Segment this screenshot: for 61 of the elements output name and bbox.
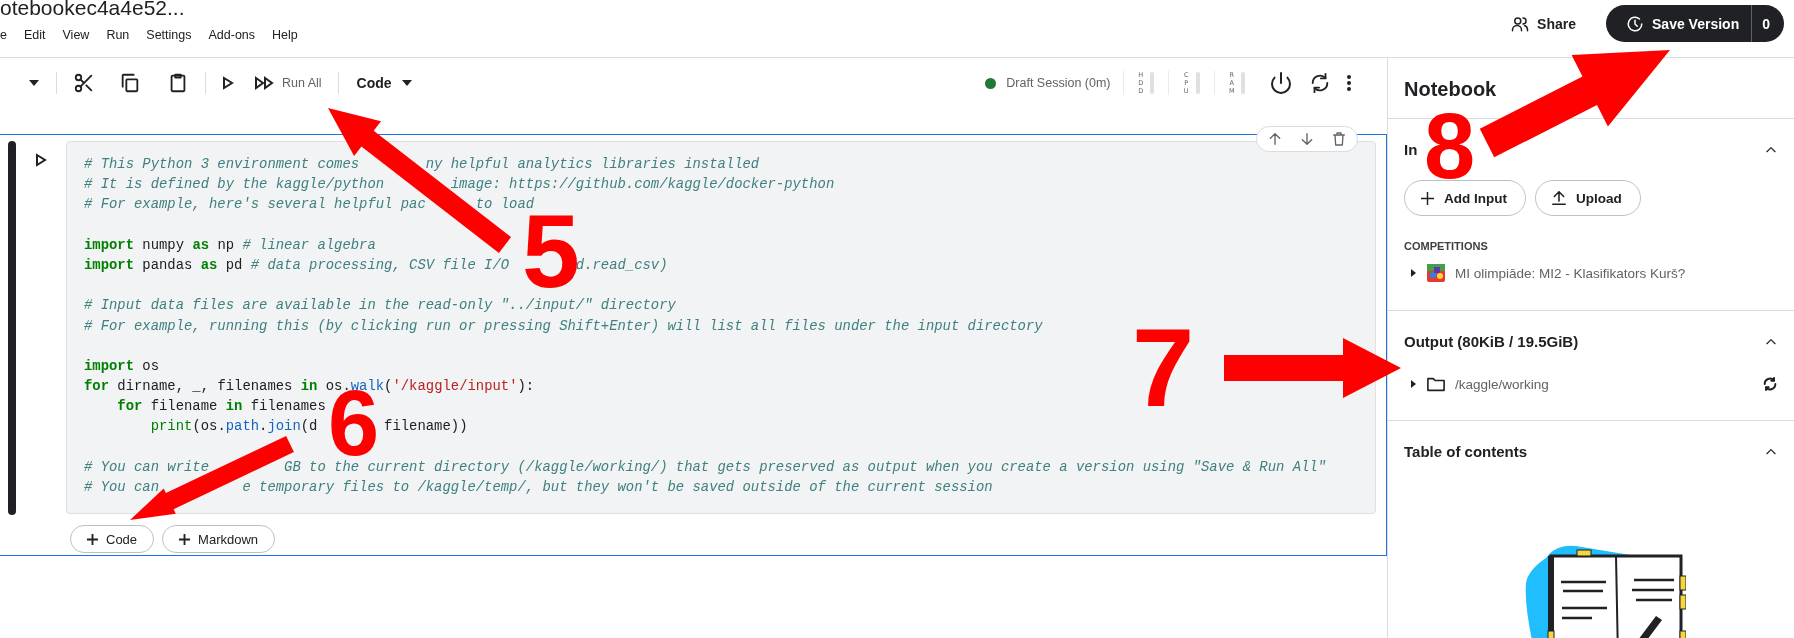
section-title[interactable]: In: [1404, 141, 1418, 158]
refresh-icon[interactable]: [1762, 376, 1778, 392]
play-icon[interactable]: [35, 153, 47, 167]
refresh-icon: [1309, 72, 1331, 94]
competition-thumbnail-icon: [1427, 264, 1445, 282]
section-title[interactable]: Table of contents: [1404, 443, 1528, 460]
version-count: 0: [1761, 15, 1771, 32]
tree-item[interactable]: MI olimpiāde: MI2 - Klasifikators Kurš?: [1455, 265, 1686, 281]
upload-button[interactable]: Upload: [1535, 180, 1641, 216]
save-version-button[interactable]: Save Version 0: [1606, 5, 1784, 42]
section-title[interactable]: Output (80KiB / 19.5GiB): [1404, 333, 1579, 350]
add-input-button[interactable]: Add Input: [1404, 180, 1526, 216]
caret-icon: [401, 80, 412, 86]
plus-icon: [1421, 191, 1434, 205]
run-all-button[interactable]: Run All: [248, 72, 328, 94]
menu-item[interactable]: Add-ons: [208, 28, 256, 42]
expand-triangle-icon[interactable]: [1410, 380, 1417, 388]
scissors-icon: [73, 72, 95, 94]
code-line: import numpy as np # linear algebra: [84, 235, 377, 255]
cell-type-dropdown[interactable]: Code: [348, 71, 420, 95]
tree-item[interactable]: /kaggle/working: [1455, 376, 1549, 392]
add-cell-button[interactable]: Code: [70, 525, 155, 553]
expand-triangle-icon[interactable]: [1410, 269, 1417, 277]
code-line: # It is defined by the kaggle/python image: https://github.com/kaggle/docker-python: [84, 175, 836, 195]
copy-icon: [119, 72, 141, 94]
trash-icon[interactable]: [1331, 131, 1347, 147]
menu-item[interactable]: Help: [272, 28, 298, 42]
menu-item[interactable]: View: [62, 28, 90, 42]
code-line: for filename in filenames: [116, 397, 327, 417]
history-icon: [1626, 14, 1645, 33]
group-heading: COMPETITIONS: [1404, 240, 1489, 252]
share-button[interactable]: Share: [1505, 8, 1583, 39]
menu-item[interactable]: e: [0, 28, 7, 42]
code-editor[interactable]: [66, 141, 1376, 514]
menu-item[interactable]: Settings: [146, 28, 192, 42]
fast-forward-icon: [254, 76, 274, 90]
play-icon: [222, 76, 234, 90]
code-line: # You can write GB to the current directory (/kaggle/working/) that gets preserved as output when you create a version using "Save & Run All": [84, 457, 1328, 477]
code-line: # This Python 3 environment comes ny helpful analytics libraries installed: [84, 155, 761, 174]
upload-icon: [1552, 191, 1566, 205]
code-line: # Input data files are available in the read-only "../input/" directory: [84, 296, 677, 316]
annotation-number: 7: [1132, 327, 1195, 409]
arrow-up-icon[interactable]: [1267, 131, 1283, 147]
more-icon: [1347, 75, 1351, 91]
code-line: # You can e temporary files to /kaggle/temp/, but they won't be saved outside of the current session: [84, 478, 994, 497]
code-line: # For example, running this (by clicking run or pressing Shift+Enter) will list all files under the input directory: [84, 316, 1044, 336]
code-line: import os: [84, 356, 161, 376]
save-version-main[interactable]: Save Version: [1606, 5, 1753, 42]
menu-item[interactable]: Edit: [23, 28, 46, 42]
caret-icon: [28, 79, 40, 87]
session-status: Draft Session (0m): [1006, 76, 1111, 90]
plus-icon: [179, 533, 191, 545]
people-icon: [1511, 14, 1530, 33]
add-cell-button[interactable]: Markdown: [162, 525, 276, 553]
arrow-down-icon[interactable]: [1299, 131, 1315, 147]
menu-item[interactable]: Run: [106, 28, 130, 42]
notebook-title[interactable]: otebookec4a4e52...: [0, 0, 298, 18]
code-line: # For example, here's several helpful pac to load: [84, 195, 536, 215]
folder-icon: [1427, 376, 1445, 392]
power-icon: [1269, 71, 1293, 95]
plus-icon: [87, 533, 98, 545]
